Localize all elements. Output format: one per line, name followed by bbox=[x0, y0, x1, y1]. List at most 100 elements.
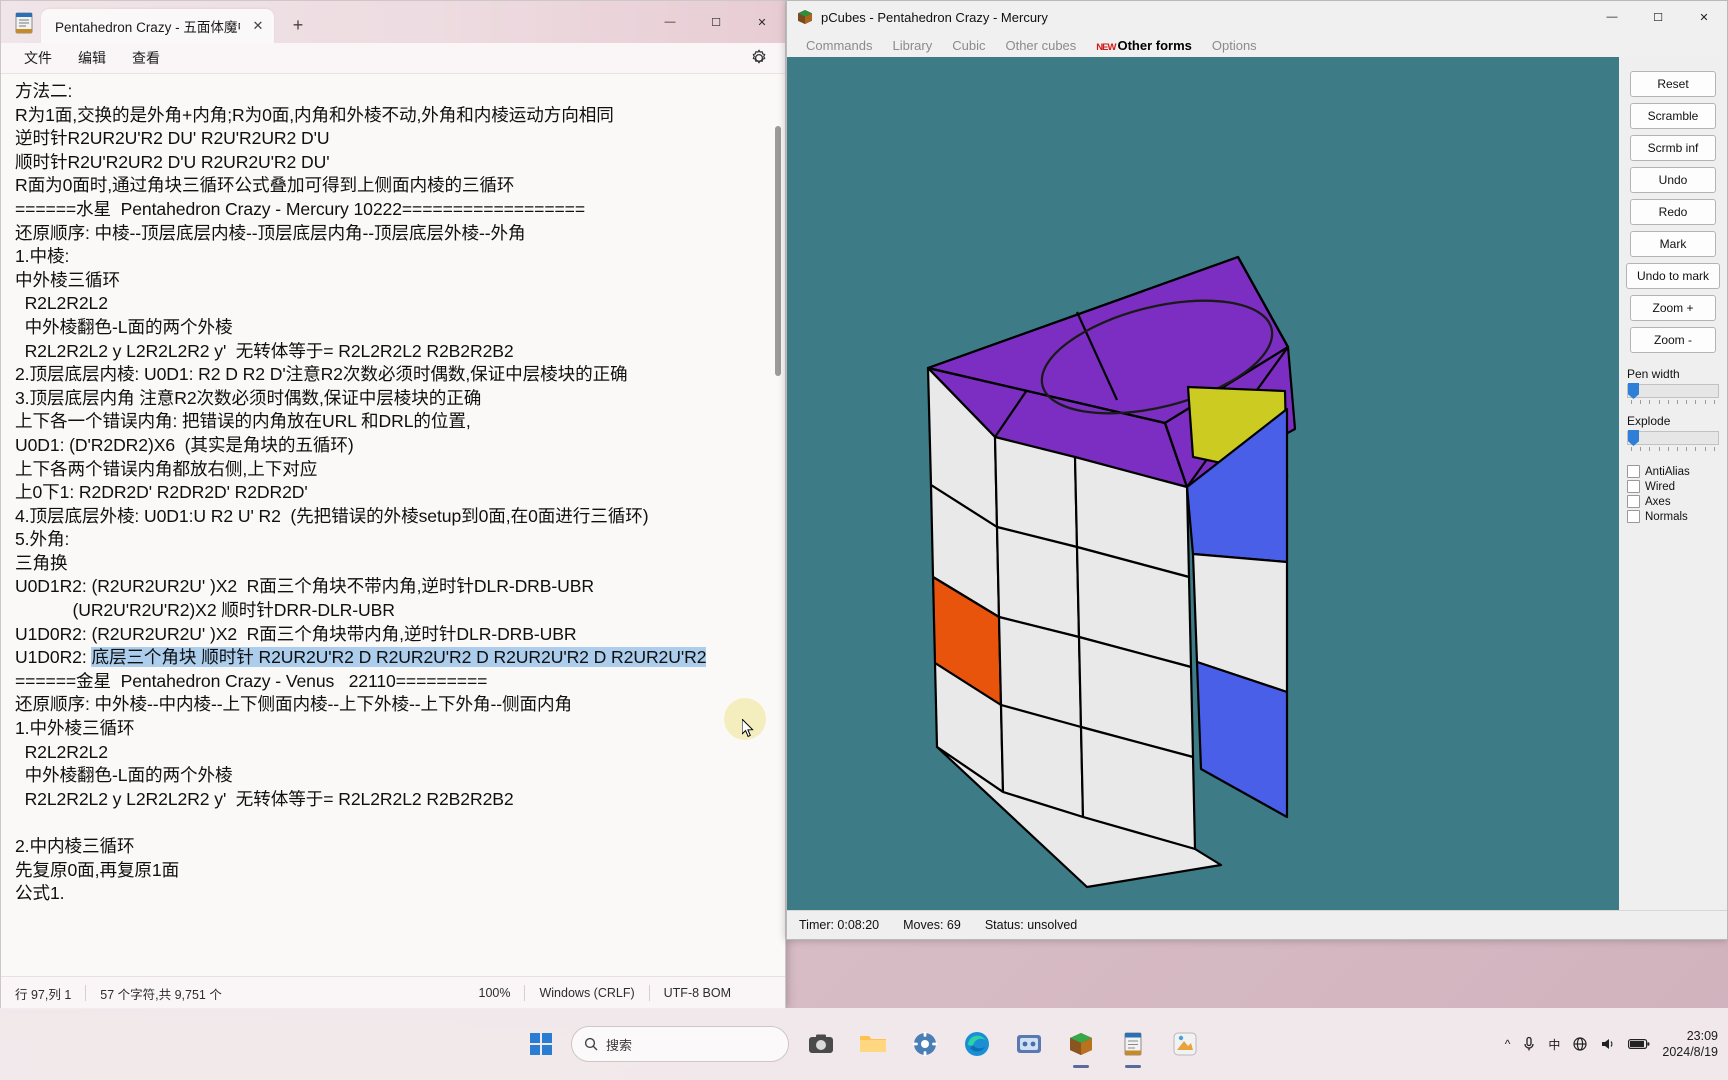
document-line[interactable] bbox=[15, 811, 785, 835]
ime-indicator[interactable]: 中 bbox=[1548, 1036, 1560, 1053]
chevron-up-icon[interactable]: ^ bbox=[1505, 1037, 1511, 1051]
slider-track[interactable] bbox=[1627, 431, 1719, 445]
document-line[interactable]: U0D1R2: (R2UR2UR2U' )X2 R面三个角块不带内角,逆时针DL… bbox=[15, 575, 785, 599]
slider-pen-width[interactable] bbox=[1627, 383, 1719, 399]
document-line[interactable]: U0D1: (D'R2DR2)X6 (其实是角块的五循环) bbox=[15, 434, 785, 458]
battery-icon[interactable] bbox=[1628, 1038, 1650, 1050]
document-line[interactable]: ======金星 Pentahedron Crazy - Venus 22110… bbox=[15, 670, 785, 694]
document-line[interactable]: 5.外角: bbox=[15, 528, 785, 552]
document-line[interactable]: ======水星 Pentahedron Crazy - Mercury 102… bbox=[15, 198, 785, 222]
pcubes-button-redo[interactable]: Redo bbox=[1630, 199, 1716, 225]
search-input[interactable]: 搜索 bbox=[571, 1026, 789, 1062]
checkbox-axes[interactable]: Axes bbox=[1627, 495, 1719, 508]
pcubes-button-mark[interactable]: Mark bbox=[1630, 231, 1716, 257]
document-line[interactable]: 还原顺序: 中外棱--中内棱--上下侧面内棱--上下外棱--上下外角--侧面内角 bbox=[15, 693, 785, 717]
network-icon[interactable] bbox=[1572, 1037, 1588, 1051]
camera-icon[interactable] bbox=[801, 1024, 841, 1064]
pcubes-button-zoom[interactable]: Zoom - bbox=[1630, 327, 1716, 353]
document-line[interactable]: R面为0面时,通过角块三循环公式叠加可得到上侧面内棱的三循环 bbox=[15, 174, 785, 198]
close-icon[interactable]: ✕ bbox=[248, 16, 268, 36]
mic-icon[interactable] bbox=[1522, 1036, 1536, 1052]
start-icon[interactable] bbox=[523, 1026, 559, 1062]
pcubes-menu-other-cubes[interactable]: Other cubes bbox=[996, 36, 1085, 55]
document-line[interactable]: 3.顶层底层内角 注意R2次数必须时偶数,保证中层棱块的正确 bbox=[15, 387, 785, 411]
maximize-button[interactable]: ☐ bbox=[1635, 1, 1681, 33]
new-tab-button[interactable]: + bbox=[284, 11, 312, 39]
file-explorer-icon[interactable] bbox=[853, 1024, 893, 1064]
checkbox-box[interactable] bbox=[1627, 480, 1640, 493]
checkbox-box[interactable] bbox=[1627, 495, 1640, 508]
pcubes-menu-cubic[interactable]: Cubic bbox=[943, 36, 994, 55]
document-line[interactable]: R2L2R2L2 bbox=[15, 741, 785, 765]
clock[interactable]: 23:09 2024/8/19 bbox=[1662, 1028, 1718, 1060]
text-selection-highlight[interactable]: 底层三个角块 顺时针 R2UR2U'R2 D R2UR2U'R2 D R2UR2… bbox=[91, 647, 706, 668]
document-line[interactable]: 三角换 bbox=[15, 552, 785, 576]
close-button[interactable]: ✕ bbox=[1681, 1, 1727, 33]
document-line[interactable]: 公式1. bbox=[15, 882, 785, 906]
document-line[interactable]: 顺时针R2U'R2UR2 D'U R2UR2U'R2 DU' bbox=[15, 151, 785, 175]
checkbox-box[interactable] bbox=[1627, 465, 1640, 478]
scrollbar-thumb[interactable] bbox=[775, 126, 781, 376]
gear-icon[interactable] bbox=[749, 48, 769, 68]
document-line[interactable]: 上下各一个错误内角: 把错误的内角放在URL 和DRL的位置, bbox=[15, 410, 785, 434]
media-icon[interactable] bbox=[1009, 1024, 1049, 1064]
document-line-selected[interactable]: U1D0R2: 底层三个角块 顺时针 R2UR2U'R2 D R2UR2U'R2… bbox=[15, 646, 785, 670]
maximize-button[interactable]: ☐ bbox=[693, 1, 739, 43]
document-line[interactable]: U1D0R2: (R2UR2UR2U' )X2 R面三个角块带内角,逆时针DLR… bbox=[15, 623, 785, 647]
document-line[interactable]: R2L2R2L2 y L2R2L2R2 y' 无转体等于= R2L2R2L2 R… bbox=[15, 340, 785, 364]
document-line[interactable]: R为1面,交换的是外角+内角;R为0面,内角和外棱不动,外角和内棱运动方向相同 bbox=[15, 104, 785, 128]
document-body[interactable]: 方法二: R为1面,交换的是外角+内角;R为0面,内角和外棱不动,外角和内棱运动方… bbox=[15, 80, 785, 906]
pcubes-button-undo-to-mark[interactable]: Undo to mark bbox=[1626, 263, 1720, 289]
minimize-button[interactable]: — bbox=[647, 1, 693, 43]
menu-edit[interactable]: 编辑 bbox=[65, 44, 119, 72]
document-line[interactable]: 2.中内棱三循环 bbox=[15, 835, 785, 859]
document-line[interactable]: 4.顶层底层外棱: U0D1:U R2 U' R2 (先把错误的外棱setup到… bbox=[15, 505, 785, 529]
slider-explode[interactable] bbox=[1627, 430, 1719, 446]
notepad-icon[interactable] bbox=[1113, 1024, 1153, 1064]
pcubes-menu-options[interactable]: Options bbox=[1203, 36, 1266, 55]
document-line[interactable]: R2L2R2L2 bbox=[15, 292, 785, 316]
document-line[interactable]: 上下各两个错误内角都放右侧,上下对应 bbox=[15, 458, 785, 482]
notepad-scrollbar[interactable] bbox=[775, 76, 782, 966]
checkbox-box[interactable] bbox=[1627, 510, 1640, 523]
document-line[interactable]: 1.中外棱三循环 bbox=[15, 717, 785, 741]
status-encoding[interactable]: UTF-8 BOM bbox=[650, 986, 745, 1000]
close-button[interactable]: ✕ bbox=[739, 1, 785, 43]
pcubes-button-reset[interactable]: Reset bbox=[1630, 71, 1716, 97]
document-line[interactable]: 2.顶层底层内棱: U0D1: R2 D R2 D'注意R2次数必须时偶数,保证… bbox=[15, 363, 785, 387]
volume-icon[interactable] bbox=[1600, 1037, 1616, 1051]
pcubes-button-undo[interactable]: Undo bbox=[1630, 167, 1716, 193]
document-line[interactable]: 先复原0面,再复原1面 bbox=[15, 859, 785, 883]
pentahedron-crazy-render[interactable] bbox=[787, 57, 1471, 910]
notepad-tab[interactable]: Pentahedron Crazy - 五面体魔中魔 ✕ bbox=[41, 9, 274, 43]
document-line[interactable]: 中外棱三循环 bbox=[15, 269, 785, 293]
notepad-text-area[interactable]: 方法二: R为1面,交换的是外角+内角;R为0面,内角和外棱不动,外角和内棱运动方… bbox=[1, 74, 785, 976]
menu-file[interactable]: 文件 bbox=[11, 44, 65, 72]
document-line[interactable]: 中外棱翻色-L面的两个外棱 bbox=[15, 316, 785, 340]
menu-view[interactable]: 查看 bbox=[119, 44, 173, 72]
document-line[interactable]: R2L2R2L2 y L2R2L2R2 y' 无转体等于= R2L2R2L2 R… bbox=[15, 788, 785, 812]
document-line[interactable]: (UR2U'R2U'R2)X2 顺时针DRR-DLR-UBR bbox=[15, 599, 785, 623]
document-line[interactable]: 方法二: bbox=[15, 80, 785, 104]
document-line[interactable]: 还原顺序: 中棱--顶层底层内棱--顶层底层内角--顶层底层外棱--外角 bbox=[15, 222, 785, 246]
pcubes-menu-commands[interactable]: Commands bbox=[797, 36, 881, 55]
pcubes-icon[interactable] bbox=[1061, 1024, 1101, 1064]
slider-track[interactable] bbox=[1627, 384, 1719, 398]
pcubes-button-scramble[interactable]: Scramble bbox=[1630, 103, 1716, 129]
paint-icon[interactable] bbox=[1165, 1024, 1205, 1064]
puzzle-canvas[interactable] bbox=[787, 57, 1619, 910]
pcubes-button-scrmb-inf[interactable]: Scrmb inf bbox=[1630, 135, 1716, 161]
document-line[interactable]: 1.中棱: bbox=[15, 245, 785, 269]
checkbox-normals[interactable]: Normals bbox=[1627, 510, 1719, 523]
checkbox-wired[interactable]: Wired bbox=[1627, 480, 1719, 493]
minimize-button[interactable]: — bbox=[1589, 1, 1635, 33]
settings-icon[interactable] bbox=[905, 1024, 945, 1064]
checkbox-antialias[interactable]: AntiAlias bbox=[1627, 465, 1719, 478]
document-line[interactable]: 逆时针R2UR2U'R2 DU' R2U'R2UR2 D'U bbox=[15, 127, 785, 151]
edge-icon[interactable] bbox=[957, 1024, 997, 1064]
status-line-ending[interactable]: Windows (CRLF) bbox=[525, 986, 648, 1000]
document-line[interactable]: 上0下1: R2DR2D' R2DR2D' R2DR2D' bbox=[15, 481, 785, 505]
pcubes-button-zoom[interactable]: Zoom + bbox=[1630, 295, 1716, 321]
pcubes-menu-library[interactable]: Library bbox=[883, 36, 941, 55]
status-zoom-level[interactable]: 100% bbox=[465, 986, 525, 1000]
